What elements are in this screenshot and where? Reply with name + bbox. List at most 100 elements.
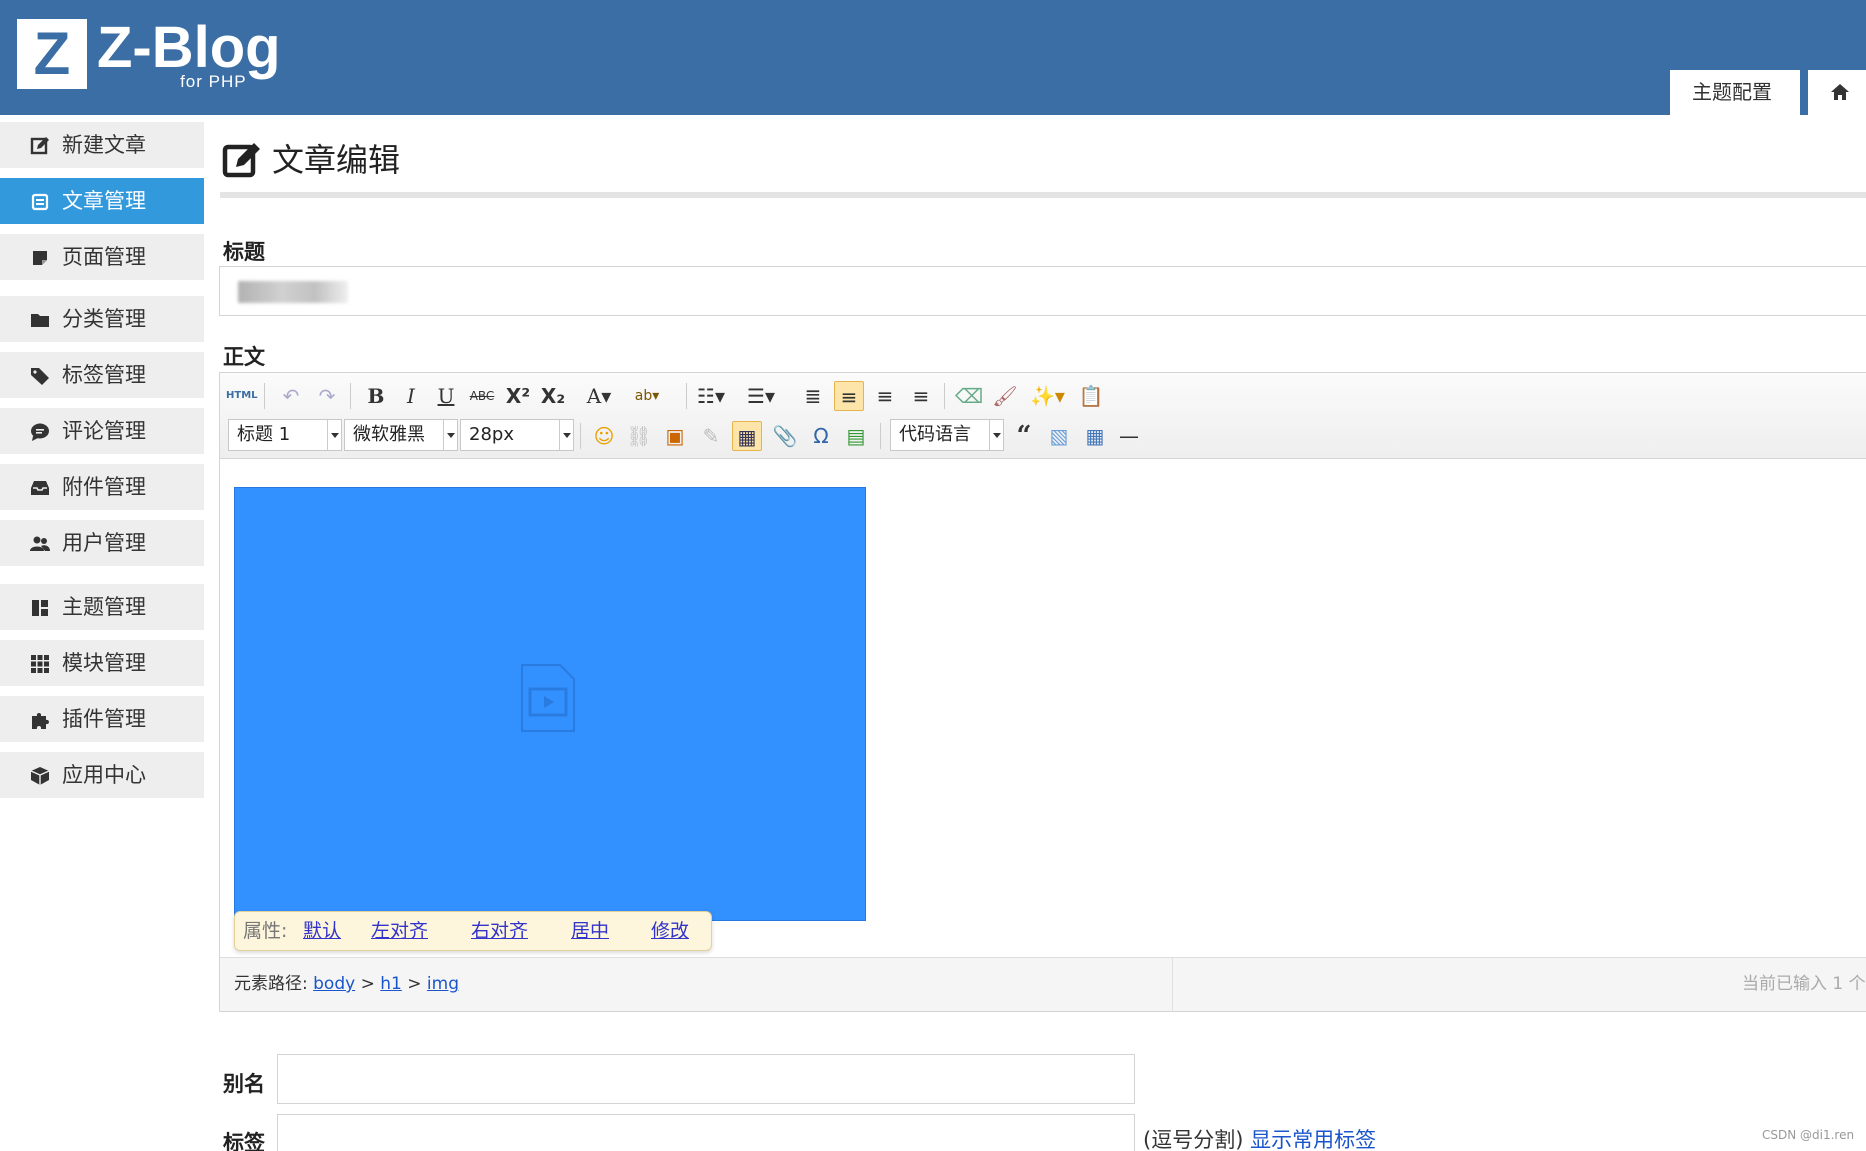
align-right-icon[interactable]: ≡ <box>906 381 936 411</box>
sidebar-item-plugin-manage[interactable]: 插件管理 <box>0 696 204 742</box>
heading-select-value: 标题 1 <box>237 424 291 445</box>
word-image-icon[interactable]: ▧ <box>1044 421 1074 451</box>
paste-text-icon[interactable]: 📋 <box>1076 381 1106 411</box>
sidebar-item-user-manage[interactable]: 用户管理 <box>0 520 204 566</box>
highlight-color-icon[interactable]: ab▾ <box>632 381 662 411</box>
sidebar-item-comment-manage[interactable]: 评论管理 <box>0 408 204 454</box>
alias-input[interactable] <box>277 1054 1135 1104</box>
undo-icon[interactable]: ↶ <box>276 381 306 411</box>
emoji-icon[interactable]: ☺ <box>589 421 619 451</box>
home-icon <box>1831 84 1849 100</box>
font-size-select[interactable]: 28px <box>460 419 574 451</box>
tags-hint: (逗号分割) 显示常用标签 <box>1143 1124 1376 1151</box>
puzzle-icon <box>32 713 49 729</box>
sidebar-item-label: 附件管理 <box>62 475 146 499</box>
article-icon <box>31 193 49 211</box>
toolbar-separator <box>944 383 945 409</box>
sidebar-item-new-article[interactable]: 新建文章 <box>0 122 204 168</box>
sidebar-item-tag-manage[interactable]: 标签管理 <box>0 352 204 398</box>
special-char-icon[interactable]: Ω <box>806 421 836 451</box>
sidebar-item-app-center[interactable]: 应用中心 <box>0 752 204 798</box>
code-language-select-value: 代码语言 <box>899 424 971 445</box>
table-icon[interactable]: ▦ <box>1080 421 1110 451</box>
top-header: Z Z-Blog for PHP 主题配置 后 <box>0 0 1866 115</box>
sidebar-item-module-manage[interactable]: 模块管理 <box>0 640 204 686</box>
logo-name: Z-Blog for PHP <box>97 18 281 92</box>
align-center-link[interactable]: 居中 <box>571 912 609 950</box>
font-family-select-value: 微软雅黑 <box>353 424 425 445</box>
font-color-icon[interactable]: A▾ <box>584 381 614 411</box>
toolbar-separator <box>264 383 265 409</box>
path-h1-link[interactable]: h1 <box>380 974 402 994</box>
rich-text-editor: HTML ↶ ↷ B I U ABC X² X₂ A▾ ab▾ ☷▾ ☰▾ ≣ … <box>219 372 1866 1012</box>
modify-link[interactable]: 修改 <box>651 912 689 950</box>
image-gallery-icon[interactable]: ▤ <box>841 421 871 451</box>
sidebar-item-label: 主题管理 <box>62 595 146 619</box>
italic-icon[interactable]: I <box>396 381 426 411</box>
superscript-icon[interactable]: X² <box>503 381 533 411</box>
chevron-down-icon <box>989 420 1003 450</box>
font-family-select[interactable]: 微软雅黑 <box>344 419 458 451</box>
align-left-icon[interactable]: ≡ <box>834 381 864 411</box>
horizontal-rule-icon[interactable]: — <box>1114 421 1144 451</box>
chevron-down-icon <box>559 420 573 450</box>
toolbar-separator <box>350 383 351 409</box>
redo-icon[interactable]: ↷ <box>312 381 342 411</box>
ordered-list-icon[interactable]: ☷▾ <box>696 381 726 411</box>
redacted-title-value <box>238 281 348 303</box>
eraser-icon[interactable]: ⌫ <box>954 381 984 411</box>
tab-backend-home[interactable]: 后 <box>1808 70 1866 115</box>
strikethrough-icon[interactable]: ABC <box>467 381 497 411</box>
alias-label: 别名 <box>223 1072 265 1096</box>
code-language-select[interactable]: 代码语言 <box>890 419 1004 451</box>
editor-toolbar: HTML ↶ ↷ B I U ABC X² X₂ A▾ ab▾ ☷▾ ☰▾ ≣ … <box>220 373 1866 459</box>
watermark: CSDN @di1.ren <box>1762 1128 1855 1142</box>
subscript-icon[interactable]: X₂ <box>538 381 568 411</box>
magic-wand-icon[interactable]: ✨▾ <box>1030 381 1065 411</box>
align-center-icon[interactable]: ≡ <box>870 381 900 411</box>
align-right-link[interactable]: 右对齐 <box>471 912 528 950</box>
sidebar-item-attachment-manage[interactable]: 附件管理 <box>0 464 204 510</box>
title-input[interactable] <box>219 266 1866 316</box>
tags-input[interactable] <box>277 1114 1135 1151</box>
video-icon[interactable]: ▦ <box>732 421 762 451</box>
html-source-button[interactable]: HTML <box>226 381 258 411</box>
attachment-icon[interactable]: 📎 <box>770 421 800 451</box>
chevron-down-icon <box>443 420 457 450</box>
toolbar-separator <box>880 423 881 449</box>
align-default-link[interactable]: 默认 <box>303 912 341 950</box>
sidebar-item-label: 插件管理 <box>62 707 146 731</box>
word-count: 当前已输入 1 个 <box>1742 974 1866 994</box>
blockquote-icon[interactable]: “ <box>1009 421 1039 451</box>
folder-icon <box>31 314 49 327</box>
logo-subtitle: for PHP <box>180 72 247 91</box>
heading-select[interactable]: 标题 1 <box>228 419 342 451</box>
link-icon[interactable]: ⛓ <box>624 421 654 451</box>
path-body-link[interactable]: body <box>313 974 355 994</box>
sidebar-item-category-manage[interactable]: 分类管理 <box>0 296 204 342</box>
page-title: 文章编辑 <box>222 138 400 182</box>
status-divider <box>1172 958 1173 1012</box>
element-path: 元素路径: body > h1 > img <box>234 958 459 1010</box>
comment-icon <box>31 423 49 441</box>
sidebar-item-article-manage[interactable]: 文章管理 <box>0 178 204 224</box>
inbox-icon <box>31 481 49 495</box>
embedded-video-placeholder[interactable] <box>234 487 866 921</box>
logo[interactable]: Z Z-Blog for PHP <box>17 18 281 92</box>
line-height-icon[interactable]: ≣ <box>798 381 828 411</box>
show-common-tags-link[interactable]: 显示常用标签 <box>1250 1128 1376 1151</box>
sidebar-item-theme-manage[interactable]: 主题管理 <box>0 584 204 630</box>
scrawl-icon[interactable]: ✎ <box>696 421 726 451</box>
sidebar-item-label: 应用中心 <box>62 763 146 787</box>
unordered-list-icon[interactable]: ☰▾ <box>746 381 776 411</box>
format-brush-icon[interactable]: 🖌 <box>990 381 1020 411</box>
logo-mark: Z <box>17 19 87 89</box>
sidebar-item-page-manage[interactable]: 页面管理 <box>0 234 204 280</box>
underline-icon[interactable]: U <box>431 381 461 411</box>
path-img-link[interactable]: img <box>427 974 459 994</box>
sidebar-item-label: 页面管理 <box>62 245 146 269</box>
bold-icon[interactable]: B <box>361 381 391 411</box>
tab-theme-config[interactable]: 主题配置 <box>1670 70 1800 115</box>
image-icon[interactable]: ▣ <box>660 421 690 451</box>
align-left-link[interactable]: 左对齐 <box>371 912 428 950</box>
